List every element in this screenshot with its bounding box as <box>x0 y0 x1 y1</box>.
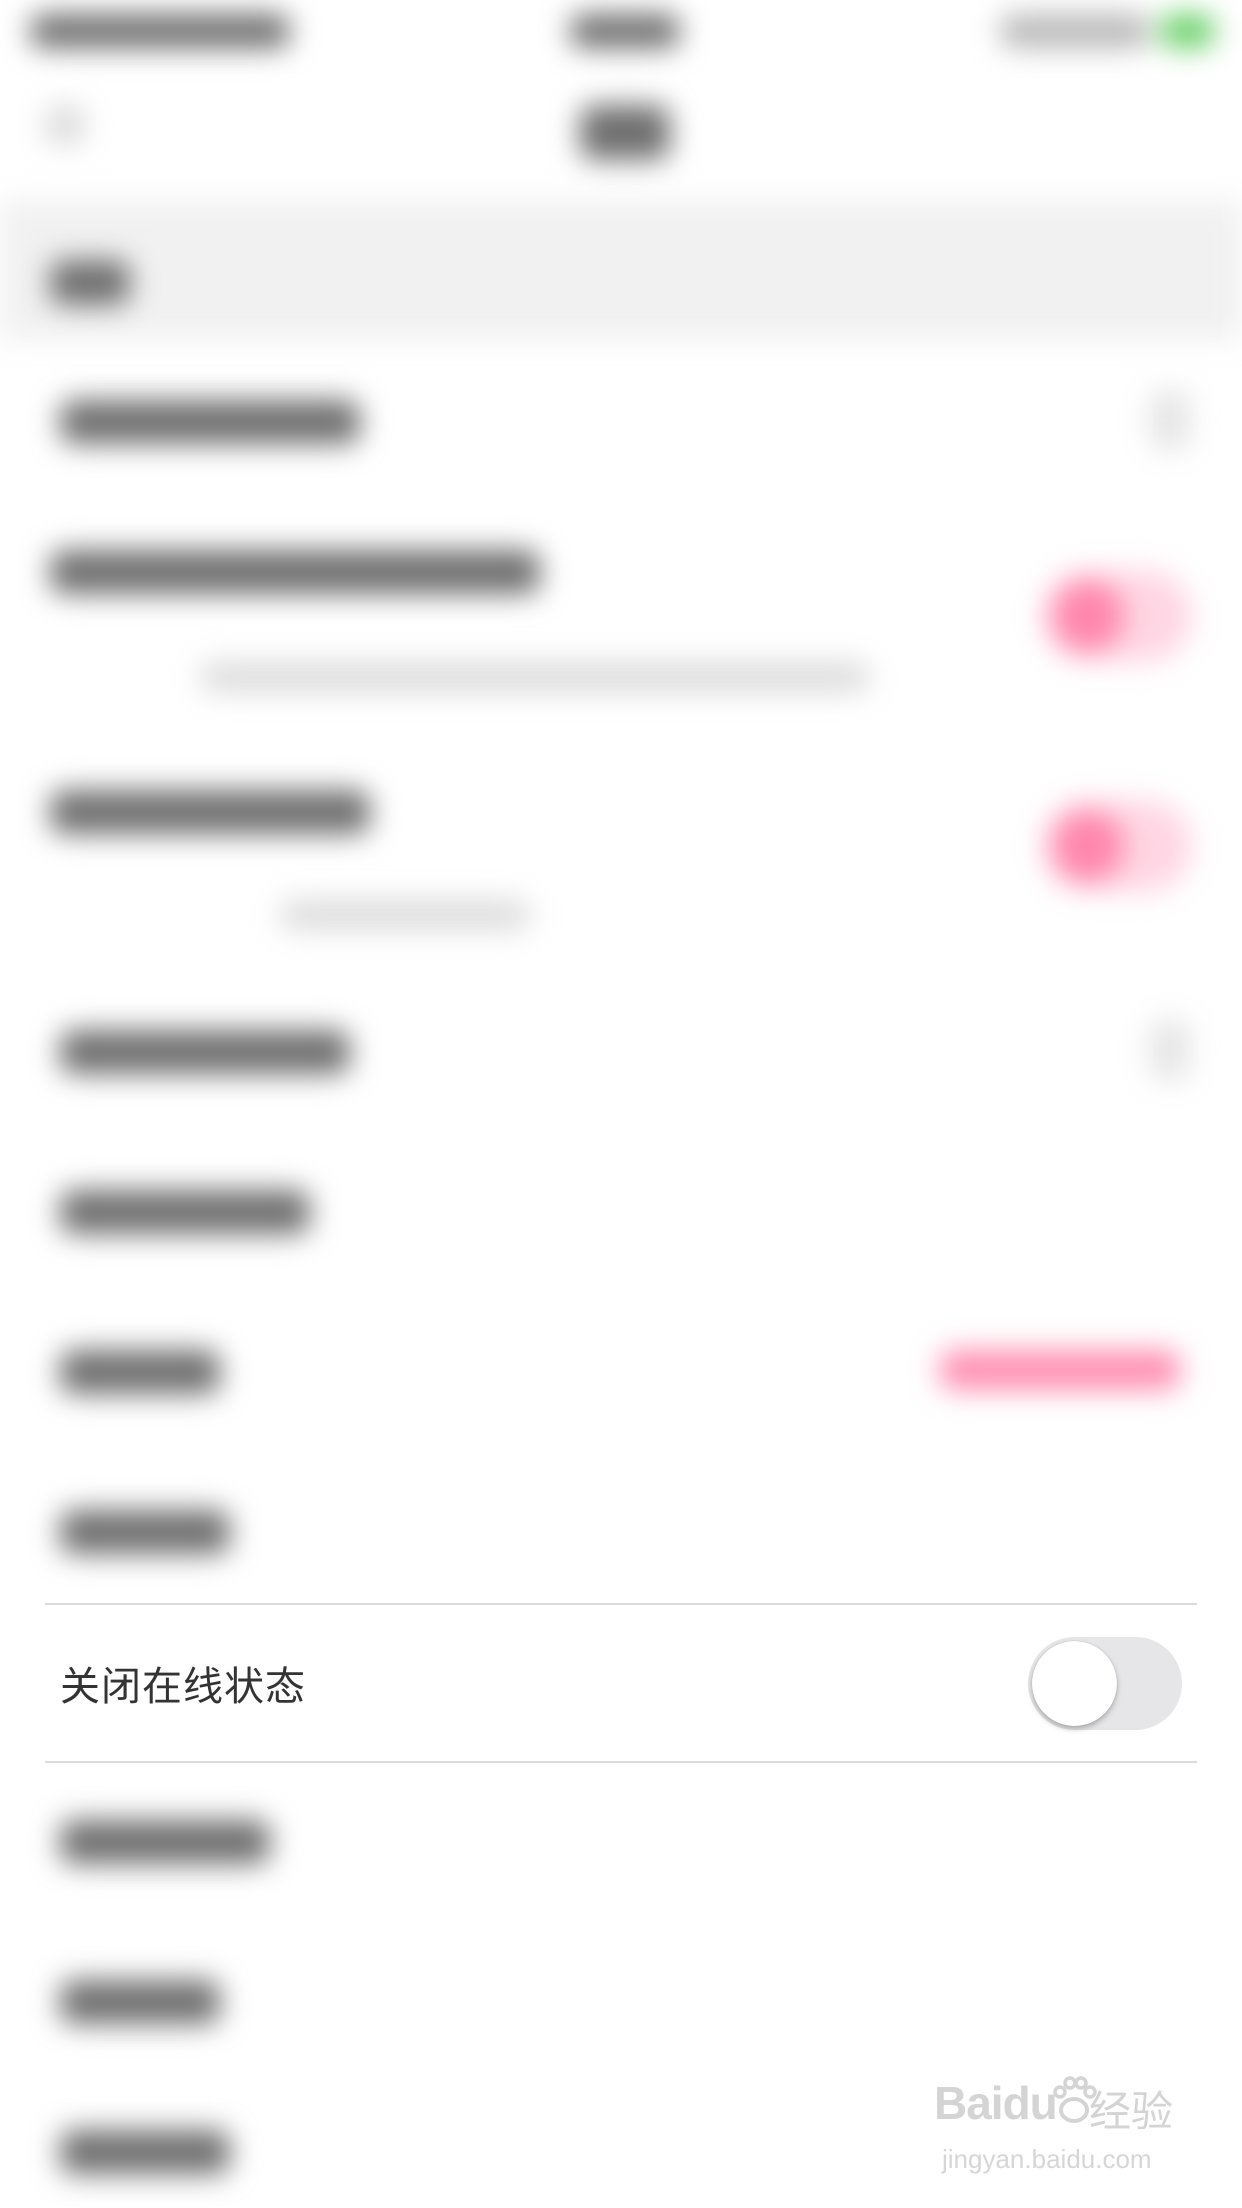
blurred-row <box>0 1480 1242 1590</box>
blurred-row <box>0 760 1242 960</box>
blurred-row <box>0 1790 1242 1900</box>
watermark-url: jingyan.baidu.com <box>942 2144 1152 2174</box>
blurred-row <box>0 1000 1242 1120</box>
online-status-setting-row: 关闭在线状态 <box>45 1603 1197 1763</box>
online-status-toggle[interactable] <box>1028 1637 1182 1730</box>
navigation-bar <box>0 60 1242 190</box>
section-header <box>0 200 1242 340</box>
settings-screen: 关闭在线状态 Baidu 经验 jingyan.baidu.com <box>0 0 1242 2208</box>
toggle-knob <box>1032 1641 1117 1726</box>
blurred-background <box>0 0 1242 2208</box>
blurred-row <box>0 1160 1242 1280</box>
blurred-row <box>0 1950 1242 2060</box>
watermark-suffix: 经验 <box>1089 2087 1174 2136</box>
blurred-row <box>0 360 1242 480</box>
blurred-row <box>0 1320 1242 1440</box>
blurred-row <box>0 520 1242 730</box>
watermark-brand: Baidu <box>934 2077 1058 2129</box>
baidu-watermark: Baidu 经验 jingyan.baidu.com <box>934 2076 1184 2196</box>
online-status-label: 关闭在线状态 <box>60 1664 306 1710</box>
status-bar <box>0 0 1242 60</box>
